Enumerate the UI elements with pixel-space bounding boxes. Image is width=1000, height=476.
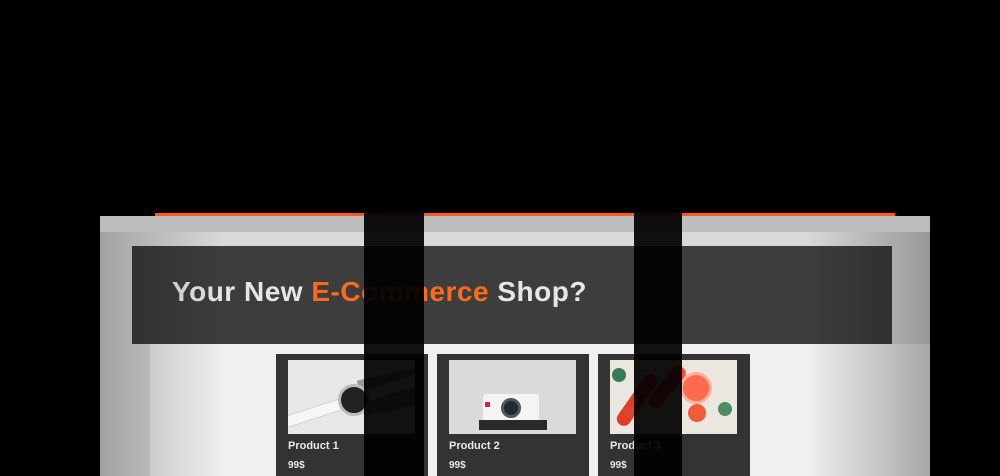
window-frame-shadow xyxy=(364,0,424,476)
product-card-2[interactable]: Product 2 99$ xyxy=(437,354,589,476)
product-price: 99$ xyxy=(288,460,305,471)
product-grid: Product 1 99$ Product 2 99$ Product 99$ xyxy=(276,354,756,476)
window-frame-shadow xyxy=(634,0,682,476)
hero-title-prefix: Your New xyxy=(172,276,312,307)
hero-title-suffix: Shop? xyxy=(489,276,587,307)
right-shadow xyxy=(930,0,1000,476)
product-name[interactable]: Product 1 xyxy=(288,440,339,452)
left-shadow xyxy=(0,0,100,476)
product-price: 99$ xyxy=(610,460,627,471)
product-price: 99$ xyxy=(449,460,466,471)
dark-background xyxy=(0,0,1000,213)
photo-scene: Your New E-Commerce Shop? Product 1 99$ xyxy=(0,0,1000,476)
product-name[interactable]: Product 2 xyxy=(449,440,500,452)
instant-camera-image[interactable] xyxy=(449,360,576,434)
hero-banner: Your New E-Commerce Shop? xyxy=(132,246,892,344)
